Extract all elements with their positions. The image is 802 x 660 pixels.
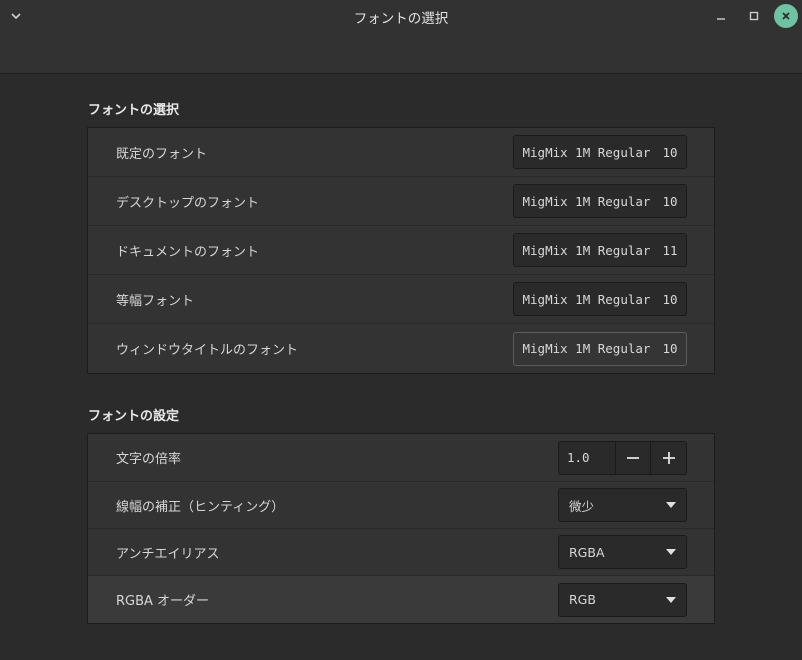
- hinting-dropdown[interactable]: 微少: [558, 488, 687, 522]
- document-font-button[interactable]: MigMix 1M Regular 11: [513, 233, 687, 267]
- list-item: アンチエイリアス RGBA: [88, 529, 714, 576]
- minimize-icon: [717, 18, 725, 20]
- rgba-order-dropdown[interactable]: RGB: [558, 582, 687, 617]
- antialias-dropdown[interactable]: RGBA: [558, 535, 687, 569]
- list-item: ドキュメントのフォント MigMix 1M Regular 11: [88, 226, 714, 275]
- list-item: 文字の倍率 1.0: [88, 434, 714, 482]
- dropdown-arrow-icon: [666, 596, 676, 603]
- row-label: ドキュメントのフォント: [116, 244, 260, 260]
- dropdown-arrow-icon: [666, 549, 676, 555]
- header-bar: [0, 34, 802, 74]
- close-button[interactable]: [774, 4, 798, 28]
- list-item: ウィンドウタイトルのフォント MigMix 1M Regular 10: [88, 324, 714, 373]
- decrement-button[interactable]: [614, 441, 651, 474]
- row-label: ウィンドウタイトルのフォント: [116, 343, 299, 358]
- window-title: フォントの選択: [353, 11, 449, 27]
- content-area: フォントの選択 既定のフォント MigMix 1M Regular 10 デスク…: [0, 74, 802, 660]
- dropdown-arrow-icon: [666, 502, 676, 508]
- list-item: デスクトップのフォント MigMix 1M Regular 10: [88, 177, 714, 226]
- list-item: 線幅の補正（ヒンティング） 微少: [88, 482, 714, 529]
- minus-icon: [626, 456, 639, 459]
- monospace-font-button[interactable]: MigMix 1M Regular 10: [513, 282, 687, 316]
- increment-button[interactable]: [650, 441, 686, 474]
- row-label: 線幅の補正（ヒンティング）: [116, 499, 285, 515]
- list-item: RGBA オーダー RGB: [88, 576, 714, 623]
- row-label: 等幅フォント: [116, 293, 195, 309]
- default-font-button[interactable]: MigMix 1M Regular 10: [513, 135, 687, 169]
- maximize-button[interactable]: [743, 5, 765, 27]
- row-label: 文字の倍率: [116, 452, 182, 467]
- font-settings-panel: 文字の倍率 1.0 線幅の補正（ヒンティング） 微少 アンチエイリアス RGBA…: [87, 433, 715, 624]
- row-label: 既定のフォント: [116, 146, 208, 162]
- row-label: アンチエイリアス: [116, 546, 220, 562]
- plus-icon: [662, 451, 675, 464]
- window-title-font-button[interactable]: MigMix 1M Regular 10: [513, 331, 687, 366]
- minimize-button[interactable]: [710, 5, 732, 27]
- list-item: 等幅フォント MigMix 1M Regular 10: [88, 275, 714, 324]
- maximize-icon: [749, 11, 759, 21]
- text-scale-spinner[interactable]: 1.0: [558, 440, 687, 475]
- row-label: RGBA オーダー: [116, 594, 210, 609]
- font-selection-heading: フォントの選択: [88, 103, 180, 118]
- list-item: 既定のフォント MigMix 1M Regular 10: [88, 128, 714, 177]
- close-icon: [782, 12, 790, 20]
- desktop-font-button[interactable]: MigMix 1M Regular 10: [513, 184, 687, 218]
- text-scale-value[interactable]: 1.0: [559, 442, 615, 474]
- row-label: デスクトップのフォント: [116, 195, 260, 211]
- font-selection-panel: 既定のフォント MigMix 1M Regular 10 デスクトップのフォント…: [87, 127, 715, 374]
- font-settings-heading: フォントの設定: [88, 409, 180, 424]
- title-bar: フォントの選択: [0, 0, 802, 34]
